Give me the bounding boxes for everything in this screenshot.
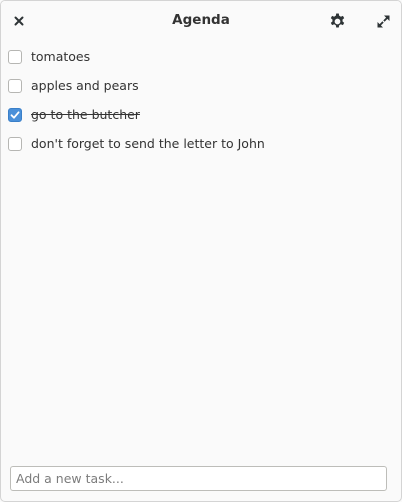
task-label: go to the butcher [31,107,140,122]
settings-button[interactable] [327,11,347,31]
task-checkbox[interactable] [8,79,22,93]
task-item[interactable]: go to the butcher [1,101,401,130]
task-item[interactable]: tomatoes [1,43,401,72]
task-label: tomatoes [31,49,91,64]
expand-icon [377,15,389,27]
checkmark-icon [10,111,20,119]
task-checkbox-checked[interactable] [8,108,22,122]
task-label: don't forget to send the letter to John [31,136,265,151]
task-checkbox[interactable] [8,50,22,64]
gear-icon [330,13,344,27]
agenda-window: Agenda tomatoes apples and pears go to t… [0,0,402,502]
task-item[interactable]: don't forget to send the letter to John [1,130,401,159]
new-task-input[interactable] [10,466,387,491]
fullscreen-button[interactable] [374,12,392,30]
task-item[interactable]: apples and pears [1,72,401,101]
task-label: apples and pears [31,78,139,93]
task-checkbox[interactable] [8,137,22,151]
header-bar: Agenda [1,1,401,41]
task-list: tomatoes apples and pears go to the butc… [1,43,401,159]
